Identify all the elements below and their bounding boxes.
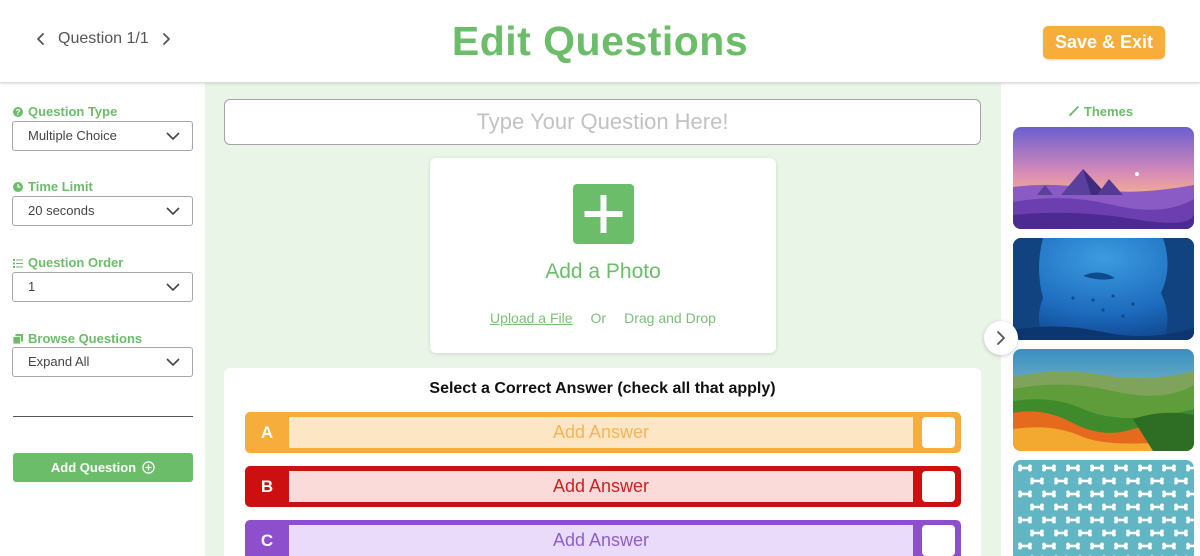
save-exit-button[interactable]: Save & Exit	[1043, 26, 1165, 59]
themes-label: Themes	[1001, 104, 1200, 119]
help-circle-icon: ?	[13, 106, 23, 117]
answers-card: Select a Correct Answer (check all that …	[224, 368, 981, 556]
question-type-label: ? Question Type	[13, 104, 117, 119]
answer-correct-checkbox[interactable]	[922, 471, 955, 502]
question-type-select[interactable]: Multiple Choice	[12, 121, 193, 151]
chevron-down-icon	[166, 130, 180, 142]
underwater-theme[interactable]	[1013, 238, 1194, 340]
add-question-button[interactable]: Add Question	[13, 453, 193, 482]
answer-letter: A	[260, 423, 274, 442]
dog-bones-pattern-theme[interactable]	[1013, 460, 1194, 556]
answer-input[interactable]: Add Answer	[289, 471, 913, 502]
chevron-right-icon	[997, 331, 1005, 345]
clock-icon	[13, 181, 23, 192]
or-text: Or	[590, 310, 607, 326]
sidebar-divider	[13, 416, 193, 417]
chevron-down-icon	[166, 205, 180, 217]
add-photo-button[interactable]	[573, 184, 634, 244]
answer-row-c: C Add Answer	[245, 520, 961, 556]
browse-questions-select[interactable]: Expand All	[12, 347, 193, 377]
answer-row-a: A Add Answer	[245, 412, 961, 453]
answer-input[interactable]: Add Answer	[289, 525, 913, 556]
desert-pyramids-theme[interactable]	[1013, 127, 1194, 229]
drag-drop-text: Drag and Drop	[624, 310, 716, 326]
plus-circle-icon	[142, 461, 155, 474]
question-input[interactable]: Type Your Question Here!	[224, 99, 981, 145]
browse-questions-label: Browse Questions	[13, 331, 142, 346]
toggle-themes-button[interactable]	[984, 321, 1018, 355]
chevron-down-icon	[166, 356, 180, 368]
answer-correct-checkbox[interactable]	[922, 525, 955, 556]
upload-file-link[interactable]: Upload a File	[490, 310, 573, 326]
answer-letter: C	[260, 531, 274, 550]
answers-title: Select a Correct Answer (check all that …	[429, 380, 776, 397]
time-limit-label: Time Limit	[13, 179, 93, 194]
answer-input[interactable]: Add Answer	[289, 417, 913, 448]
page-title: Edit Questions	[451, 18, 749, 64]
add-photo-card[interactable]: Add a Photo Upload a File Or Drag and Dr…	[430, 158, 776, 353]
settings-sidebar: ? Question Type Multiple Choice Time Lim…	[0, 83, 205, 556]
themes-panel: Themes	[1001, 83, 1200, 556]
time-limit-select[interactable]: 20 seconds	[12, 196, 193, 226]
add-photo-title: Add a Photo	[545, 260, 661, 283]
answer-letter: B	[260, 477, 274, 496]
answer-correct-checkbox[interactable]	[922, 417, 955, 448]
list-icon	[13, 258, 23, 268]
question-order-label: Question Order	[13, 255, 123, 270]
copy-icon	[13, 333, 23, 344]
question-order-select[interactable]: 1	[12, 272, 193, 302]
chevron-down-icon	[166, 281, 180, 293]
brush-icon	[1068, 106, 1079, 116]
photo-upload-options: Upload a File Or Drag and Drop	[430, 310, 776, 326]
plus-icon	[584, 195, 623, 233]
answer-row-b: B Add Answer	[245, 466, 961, 507]
header: Question 1/1 Edit Questions Save & Exit	[0, 0, 1200, 83]
svg-text:?: ?	[16, 108, 21, 117]
green-hills-theme[interactable]	[1013, 349, 1194, 451]
